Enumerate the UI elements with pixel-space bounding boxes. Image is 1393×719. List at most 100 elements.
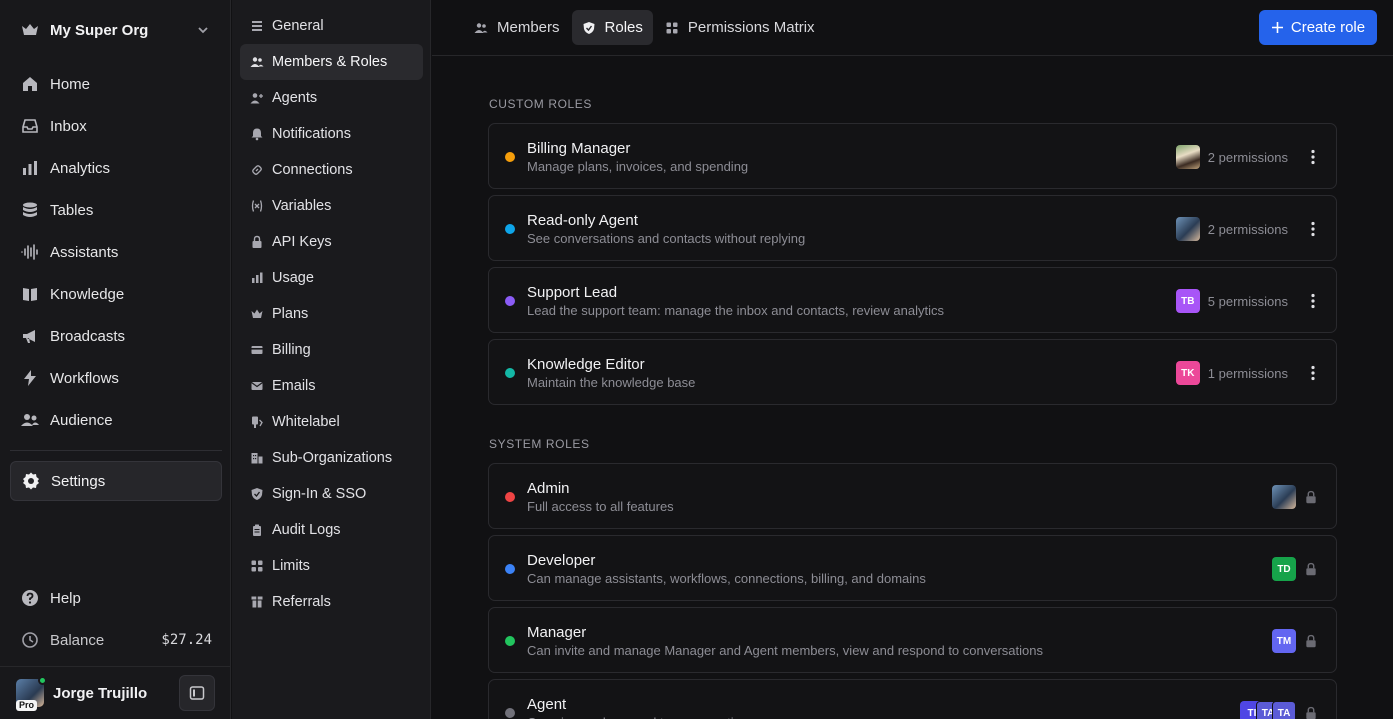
grid-icon xyxy=(666,22,678,33)
nav-item-broadcasts[interactable]: Broadcasts xyxy=(10,316,222,356)
subnav-item-audit-logs[interactable]: Audit Logs xyxy=(240,512,423,548)
subnav-item-label: Audit Logs xyxy=(272,522,341,538)
kebab-menu-icon[interactable] xyxy=(1304,148,1322,166)
avatar[interactable]: Pro xyxy=(16,676,47,711)
bell-icon xyxy=(251,128,263,141)
tab-permissions-matrix[interactable]: Permissions Matrix xyxy=(655,10,825,45)
nav-item-assistants[interactable]: Assistants xyxy=(10,232,222,272)
nav-item-label: Analytics xyxy=(50,159,111,177)
balance-row[interactable]: Balance $27.24 xyxy=(10,620,222,660)
subnav-item-agents[interactable]: Agents xyxy=(240,80,423,116)
avatar: TM xyxy=(1272,629,1296,653)
tab-members[interactable]: Members xyxy=(464,10,570,45)
role-name: Support Lead xyxy=(527,284,618,301)
nav-item-workflows[interactable]: Workflows xyxy=(10,358,222,398)
subnav-item-members-roles[interactable]: Members & Roles xyxy=(240,44,423,80)
subnav-item-referrals[interactable]: Referrals xyxy=(240,584,423,620)
role-card[interactable]: Admin Full access to all features xyxy=(488,463,1337,529)
create-role-button[interactable]: Create role xyxy=(1259,10,1377,45)
subnav-item-label: Agents xyxy=(272,90,318,106)
role-color-dot xyxy=(505,564,515,574)
subnav-item-connections[interactable]: Connections xyxy=(240,152,423,188)
clipboard-icon xyxy=(253,524,261,536)
role-card[interactable]: Read-only Agent See conversations and con… xyxy=(488,195,1337,261)
permission-count: 1 permissions xyxy=(1207,365,1288,381)
kebab-menu-icon[interactable] xyxy=(1304,220,1322,238)
nav-item-label: Workflows xyxy=(50,369,119,387)
nav-item-knowledge[interactable]: Knowledge xyxy=(10,274,222,314)
subnav-item-variables[interactable]: Variables xyxy=(240,188,423,224)
inbox-icon xyxy=(22,119,38,133)
balance-label: Balance xyxy=(50,631,105,649)
collapse-sidebar-button[interactable] xyxy=(179,675,215,711)
role-meta: 2 permissions xyxy=(1175,144,1322,170)
tab-label: Permissions Matrix xyxy=(687,19,815,36)
subnav-item-plans[interactable]: Plans xyxy=(240,296,423,332)
nav-item-label: Help xyxy=(50,589,81,607)
subnav-item-label: Sub-Organizations xyxy=(272,450,393,466)
role-card[interactable]: Developer Can manage assistants, workflow… xyxy=(488,535,1337,601)
book-icon xyxy=(23,288,37,301)
role-meta: TI TA TA xyxy=(1240,700,1322,719)
waveform-icon xyxy=(21,244,38,260)
subnav-item-general[interactable]: General xyxy=(240,8,423,44)
role-card[interactable]: Billing Manager Manage plans, invoices, a… xyxy=(488,123,1337,189)
nav-item-home[interactable]: Home xyxy=(10,64,222,104)
nav-item-tables[interactable]: Tables xyxy=(10,190,222,230)
subnav-item-label: Usage xyxy=(272,270,314,286)
chevron-down-icon xyxy=(198,27,208,34)
nav-item-label: Knowledge xyxy=(50,285,125,303)
kebab-menu-icon[interactable] xyxy=(1304,292,1322,310)
plus-icon xyxy=(1271,22,1283,33)
stack-icon xyxy=(252,21,262,31)
subnav-item-label: Sign-In & SSO xyxy=(272,486,367,502)
nav-item-settings[interactable]: Settings xyxy=(10,461,222,501)
permission-count: 2 permissions xyxy=(1207,149,1288,165)
role-card[interactable]: Manager Can invite and manage Manager and… xyxy=(488,607,1337,673)
subnav-item-label: General xyxy=(272,18,324,34)
subnav-item-usage[interactable]: Usage xyxy=(240,260,423,296)
main-content: Members Roles Permissions Matrix Create … xyxy=(432,0,1393,719)
subnav-item-sign-in-sso[interactable]: Sign-In & SSO xyxy=(240,476,423,512)
shield-icon xyxy=(251,488,263,500)
people-icon xyxy=(474,22,488,33)
role-meta: TB 5 permissions xyxy=(1175,288,1322,314)
subnav-item-label: Billing xyxy=(272,342,311,358)
subnav-item-billing[interactable]: Billing xyxy=(240,332,423,368)
bar-chart-icon xyxy=(252,272,263,283)
nav-item-label: Inbox xyxy=(50,117,87,135)
nav-item-inbox[interactable]: Inbox xyxy=(10,106,222,146)
role-description: Full access to all features xyxy=(527,499,674,514)
avatar: TK xyxy=(1175,361,1200,385)
plan-badge: Pro xyxy=(16,700,38,711)
nav-item-label: Settings xyxy=(51,472,106,490)
subnav-item-limits[interactable]: Limits xyxy=(240,548,423,584)
role-name: Read-only Agent xyxy=(527,212,638,229)
lightning-icon xyxy=(24,370,36,386)
people-icon xyxy=(250,57,264,67)
avatar xyxy=(1272,485,1296,509)
subnav-item-emails[interactable]: Emails xyxy=(240,368,423,404)
nav-item-label: Assistants xyxy=(50,243,119,261)
subnav-item-api-keys[interactable]: API Keys xyxy=(240,224,423,260)
user-name[interactable]: Jorge Trujillo xyxy=(53,685,179,702)
subnav-item-label: Plans xyxy=(272,306,309,322)
megaphone-icon xyxy=(23,330,35,343)
subnav-item-sub-organizations[interactable]: Sub-Organizations xyxy=(240,440,423,476)
nav-item-help[interactable]: Help xyxy=(10,578,222,618)
nav-item-label: Home xyxy=(50,75,91,93)
balance-icon xyxy=(22,632,38,648)
kebab-menu-icon[interactable] xyxy=(1304,364,1322,382)
role-card[interactable]: Agent Can view and respond to conversatio… xyxy=(488,679,1337,719)
subnav-item-whitelabel[interactable]: Whitelabel xyxy=(240,404,423,440)
nav-item-audience[interactable]: Audience xyxy=(10,400,222,440)
balance-value: $27.24 xyxy=(161,632,212,648)
nav-item-analytics[interactable]: Analytics xyxy=(10,148,222,188)
org-switcher[interactable]: My Super Org xyxy=(10,12,220,48)
role-card[interactable]: Knowledge Editor Maintain the knowledge b… xyxy=(488,339,1337,405)
role-card[interactable]: Support Lead Lead the support team: manag… xyxy=(488,267,1337,333)
tab-roles[interactable]: Roles xyxy=(571,10,653,45)
bar-chart-icon xyxy=(23,161,37,175)
role-name: Knowledge Editor xyxy=(527,356,645,373)
subnav-item-notifications[interactable]: Notifications xyxy=(240,116,423,152)
